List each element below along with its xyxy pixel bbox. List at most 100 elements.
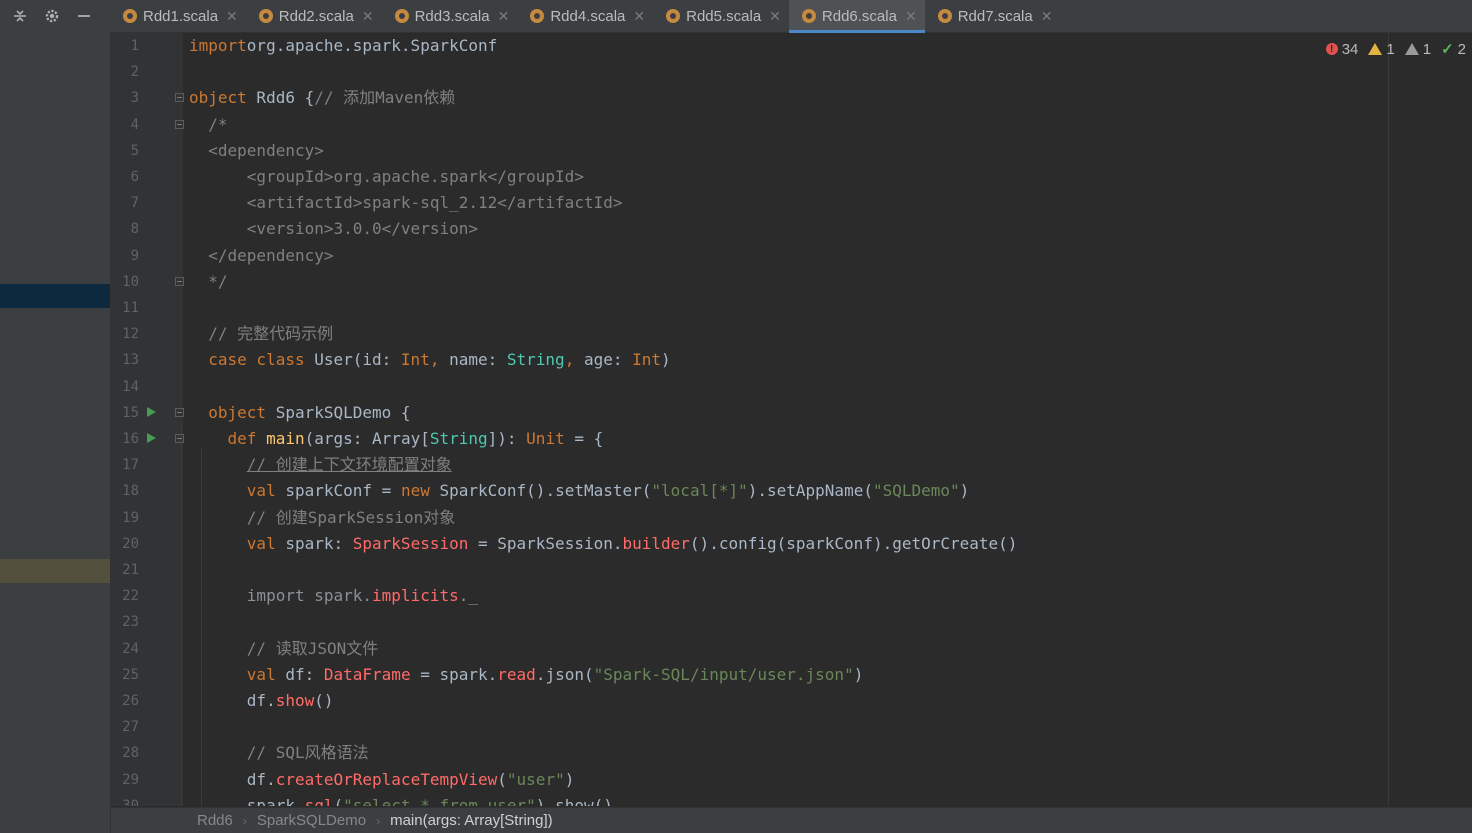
tab-rdd1-scala[interactable]: Rdd1.scala ✕ bbox=[110, 0, 246, 32]
close-icon[interactable]: ✕ bbox=[362, 8, 374, 25]
code-token: name: bbox=[439, 350, 507, 370]
code-token: Int bbox=[632, 350, 662, 370]
error-icon: ! bbox=[1325, 43, 1338, 55]
code-line[interactable]: 29 df.createOrReplaceTempView("user") bbox=[111, 767, 1472, 793]
fold-icon[interactable] bbox=[175, 434, 184, 443]
line-number: 25 bbox=[122, 666, 139, 683]
code-line[interactable]: 11 bbox=[111, 295, 1472, 321]
code-line[interactable]: 7 <artifactId>spark-sql_2.12</artifactId… bbox=[111, 190, 1472, 216]
close-icon[interactable]: ✕ bbox=[633, 8, 645, 25]
gear-icon[interactable] bbox=[40, 4, 64, 28]
code-line[interactable]: 22 import spark.implicits._ bbox=[111, 583, 1472, 609]
code-line[interactable]: 4 /* bbox=[111, 112, 1472, 138]
fold-icon[interactable] bbox=[175, 93, 184, 103]
line-number: 6 bbox=[130, 169, 139, 185]
code-line[interactable]: 2 bbox=[111, 59, 1472, 85]
code-line[interactable]: 21 bbox=[111, 557, 1472, 583]
code-line[interactable]: 16 def main(args: Array[String]): Unit =… bbox=[111, 426, 1472, 452]
code-line[interactable]: 14 bbox=[111, 374, 1472, 400]
code-token: </dependency> bbox=[189, 245, 334, 265]
close-icon[interactable]: ✕ bbox=[498, 8, 510, 25]
selected-tree-row[interactable] bbox=[0, 284, 110, 308]
code-line[interactable]: 13 case class User(id: Int, name: String… bbox=[111, 347, 1472, 373]
line-number: 8 bbox=[130, 221, 139, 238]
code-line[interactable]: 27 bbox=[111, 714, 1472, 740]
line-number: 9 bbox=[130, 247, 139, 264]
highlighted-tree-row[interactable] bbox=[0, 559, 110, 583]
code-token: DataFrame bbox=[323, 664, 411, 684]
ok-count[interactable]: ✓ 2 bbox=[1441, 40, 1466, 59]
code-text: <groupId>org.apache.spark</groupId> bbox=[189, 164, 584, 190]
code-line[interactable]: 26 df.show() bbox=[111, 688, 1472, 714]
close-icon[interactable]: ✕ bbox=[905, 8, 917, 25]
line-number: 19 bbox=[122, 509, 139, 526]
code-token: "Spark-SQL/input/user.json" bbox=[593, 664, 854, 684]
tab-rdd2-scala[interactable]: Rdd2.scala ✕ bbox=[246, 0, 382, 32]
code-line[interactable]: 18 val sparkConf = new SparkConf().setMa… bbox=[111, 478, 1472, 504]
breadcrumb-item[interactable]: main(args: Array[String]) bbox=[386, 812, 557, 829]
code-line[interactable]: 20 val spark: SparkSession = SparkSessio… bbox=[111, 531, 1472, 557]
tab-rdd5-scala[interactable]: Rdd5.scala ✕ bbox=[653, 0, 789, 32]
breadcrumb-item[interactable]: Rdd6 bbox=[193, 812, 237, 829]
warnings-count[interactable]: 1 bbox=[1368, 41, 1395, 58]
tab-rdd3-scala[interactable]: Rdd3.scala ✕ bbox=[382, 0, 518, 32]
code-text: val df: DataFrame = spark.read.json("Spa… bbox=[189, 662, 864, 688]
code-token: import spark. bbox=[246, 586, 373, 606]
code-line[interactable]: 8 <version>3.0.0</version> bbox=[111, 216, 1472, 242]
code-token: // 添加Maven依赖 bbox=[314, 88, 456, 108]
collapse-all-icon[interactable] bbox=[8, 4, 32, 28]
code-text: case class User(id: Int, name: String, a… bbox=[189, 347, 670, 373]
errors-count[interactable]: ! 34 bbox=[1325, 41, 1358, 58]
code-line[interactable]: 12 // 完整代码示例 bbox=[111, 321, 1472, 347]
code-line[interactable]: 23 bbox=[111, 609, 1472, 635]
tab-rdd4-scala[interactable]: Rdd4.scala ✕ bbox=[517, 0, 653, 32]
minimize-icon[interactable] bbox=[72, 4, 96, 28]
code-token: (args: Array[ bbox=[304, 429, 430, 448]
code-line[interactable]: 15 object SparkSQLDemo { bbox=[111, 400, 1472, 426]
weak-warnings-count[interactable]: 1 bbox=[1404, 41, 1431, 58]
scala-object-icon bbox=[123, 9, 137, 23]
tab-label: Rdd3.scala bbox=[414, 7, 490, 25]
code-text: val spark: SparkSession = SparkSession.b… bbox=[189, 531, 1018, 557]
close-icon[interactable]: ✕ bbox=[226, 8, 238, 25]
code-line[interactable]: 6 <groupId>org.apache.spark</groupId> bbox=[111, 164, 1472, 190]
line-number: 14 bbox=[122, 378, 139, 395]
close-icon[interactable]: ✕ bbox=[1041, 8, 1053, 25]
code-editor[interactable]: 1 importorg.apache.spark.SparkConf 2 3 objec… bbox=[111, 33, 1472, 806]
fold-icon[interactable] bbox=[175, 407, 184, 417]
code-line[interactable]: 3 object Rdd6 {// 添加Maven依赖 bbox=[111, 85, 1472, 111]
run-icon[interactable] bbox=[147, 433, 156, 443]
code-token: <artifactId>spark-sql_2.12</artifactId> bbox=[189, 193, 623, 213]
inspection-widget[interactable]: ! 34 1 1 ✓ 2 bbox=[1316, 38, 1472, 60]
code-line[interactable]: 17 // 创建上下文环境配置对象 bbox=[111, 452, 1472, 478]
breadcrumb-item[interactable]: SparkSQLDemo bbox=[253, 812, 370, 829]
code-line[interactable]: 25 val df: DataFrame = spark.read.json("… bbox=[111, 662, 1472, 688]
code-line[interactable]: 9 </dependency> bbox=[111, 243, 1472, 269]
tab-rdd7-scala[interactable]: Rdd7.scala ✕ bbox=[925, 0, 1061, 32]
code-token: ) bbox=[959, 481, 970, 501]
code-line[interactable]: 19 // 创建SparkSession对象 bbox=[111, 505, 1472, 531]
code-text: // 读取JSON文件 bbox=[189, 636, 378, 662]
code-line[interactable]: 1 importorg.apache.spark.SparkConf bbox=[111, 33, 1472, 59]
code-text: /* bbox=[189, 112, 228, 138]
scala-object-icon bbox=[666, 9, 681, 23]
fold-icon[interactable] bbox=[175, 276, 184, 286]
code-line[interactable]: 24 // 读取JSON文件 bbox=[111, 636, 1472, 662]
warning-icon bbox=[1368, 43, 1383, 55]
code-text: importorg.apache.spark.SparkConf bbox=[189, 33, 497, 59]
code-token: User(id: bbox=[304, 350, 401, 370]
code-line[interactable]: 10 */ bbox=[111, 269, 1472, 295]
fold-icon[interactable] bbox=[175, 119, 184, 129]
close-icon[interactable]: ✕ bbox=[769, 8, 781, 25]
code-line[interactable]: 5 <dependency> bbox=[111, 138, 1472, 164]
code-text: df.createOrReplaceTempView("user") bbox=[189, 767, 575, 793]
code-token: /* bbox=[189, 114, 228, 134]
run-icon[interactable] bbox=[147, 406, 156, 417]
code-line[interactable]: 30 spark.sql("select * from user").show(… bbox=[111, 793, 1472, 806]
code-token: SparkSQLDemo { bbox=[266, 402, 411, 422]
tab-rdd6-scala[interactable]: Rdd6.scala ✕ bbox=[788, 0, 925, 33]
code-line[interactable]: 28 // SQL风格语法 bbox=[111, 740, 1472, 766]
line-number: 29 bbox=[122, 771, 139, 788]
